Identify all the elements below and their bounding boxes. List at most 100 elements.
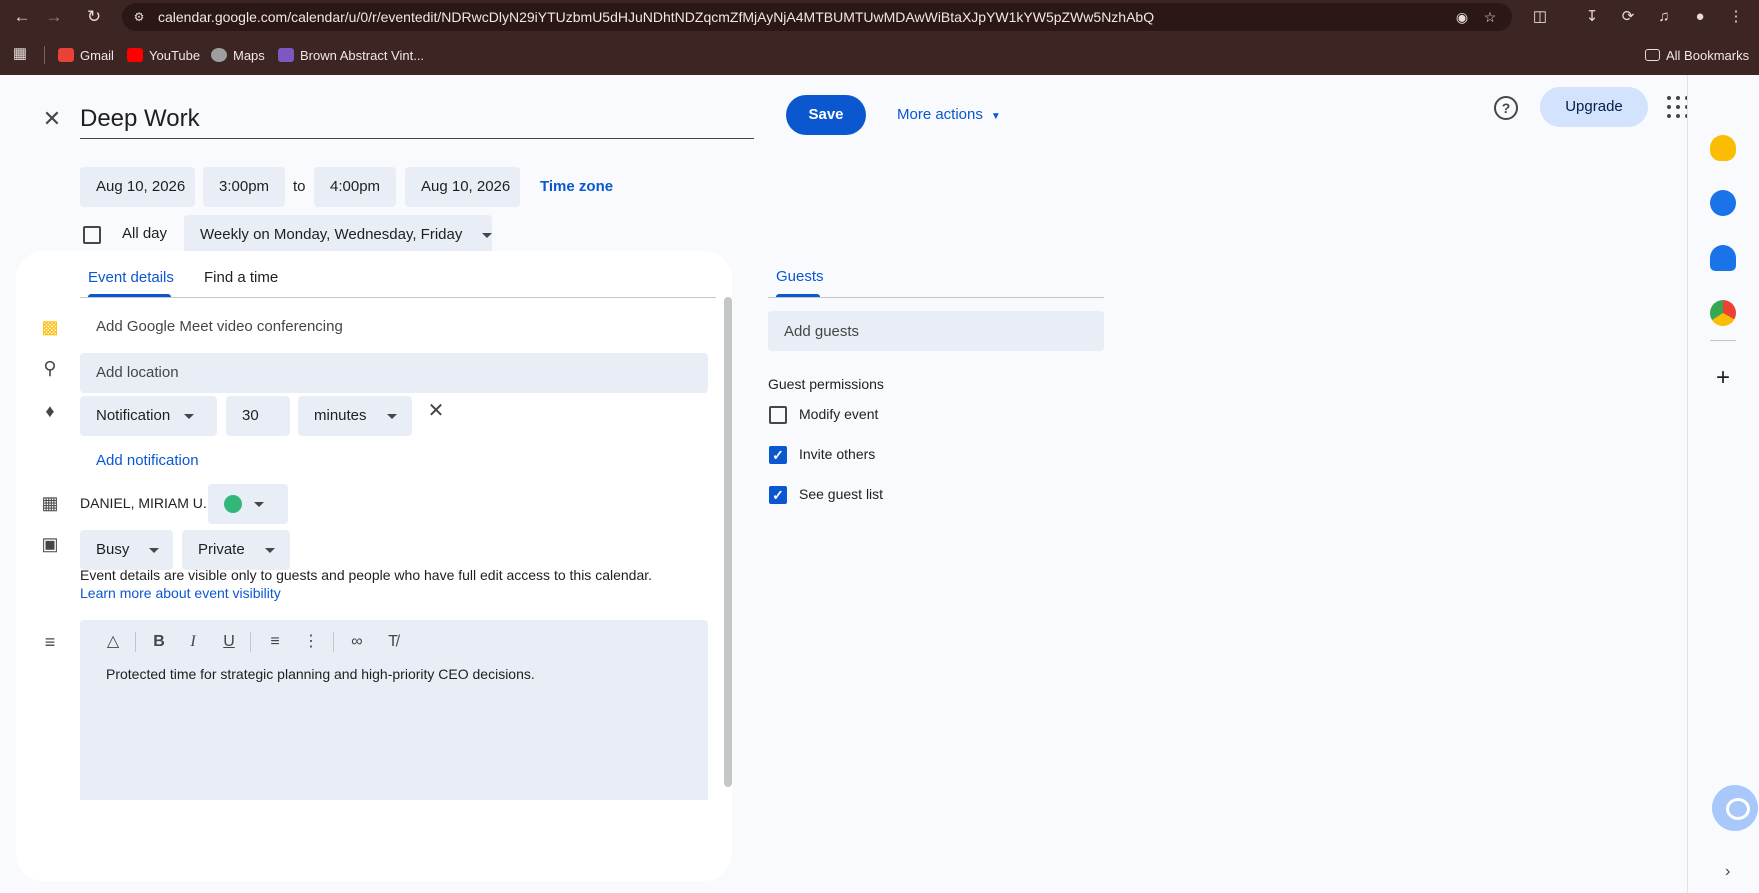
drive-icon[interactable]: △ [102,631,124,653]
caret-down-icon [482,232,493,238]
add-notification-button[interactable]: Add notification [96,452,199,469]
keep-icon[interactable] [1710,135,1736,161]
save-button[interactable]: Save [786,95,866,135]
bookmark-label: Gmail [80,47,114,63]
tab-guests[interactable]: Guests [776,268,824,285]
start-time-field[interactable]: 3:00pm [203,167,285,207]
invite-others-checkbox[interactable]: ✓ [769,446,787,464]
event-edit-page: ✕ Save More actions ▼ ? Upgrade Aug 10, 2… [0,75,1759,893]
url-text: calendar.google.com/calendar/u/0/r/event… [158,9,1155,25]
bell-icon: ♦ [45,401,55,421]
close-icon[interactable]: ✕ [40,107,64,131]
all-bookmarks-label: All Bookmarks [1666,47,1750,63]
toolbar-separator [333,632,334,652]
calendar-owner-name: DANIEL, MIRIAM U. [80,495,207,511]
notification-type-select[interactable]: Notification [80,396,217,436]
caret-down-icon: ▼ [990,111,1001,122]
calendar-icon: ▦ [41,493,59,513]
remove-notification-icon[interactable]: ✕ [424,399,448,423]
end-time-field[interactable]: 4:00pm [314,167,396,207]
add-addon-icon[interactable]: + [1710,365,1736,391]
learn-more-visibility-link[interactable]: Learn more about event visibility [80,585,281,601]
extensions-icon[interactable]: ◫ [1528,5,1552,29]
gmail-icon [58,48,74,62]
bookmark-separator [44,46,45,64]
color-dot [224,495,242,514]
contacts-icon[interactable] [1710,245,1736,271]
site-info-icon[interactable]: ⚙ [130,8,148,26]
guests-tab-divider [768,297,1104,298]
upgrade-button[interactable]: Upgrade [1540,87,1648,127]
side-panel-divider [1710,340,1736,341]
bookmark-label: Brown Abstract Vint... [300,47,425,63]
help-icon[interactable]: ? [1494,96,1518,120]
bookmark-youtube[interactable]: YouTube [127,45,200,65]
all-day-checkbox[interactable] [83,226,101,244]
caret-down-icon [184,413,195,419]
bookmark-maps[interactable]: Maps [211,45,265,65]
performance-icon[interactable]: ⟳ [1616,5,1640,29]
guest-permissions-title: Guest permissions [768,376,884,392]
menu-kebab-icon[interactable]: ⋮ [1724,5,1748,29]
details-scrollbar[interactable] [724,297,732,787]
bookmark-brown-abstract[interactable]: Brown Abstract Vint... [278,45,424,65]
start-date-field[interactable]: Aug 10, 2026 [80,167,195,207]
calendar-color-select[interactable] [208,484,288,524]
apps-grid-icon[interactable]: ▦ [8,42,32,66]
italic-icon[interactable]: I [182,631,204,653]
profile-icon[interactable]: ● [1688,5,1712,29]
side-panel: + [1687,75,1759,893]
all-day-label: All day [122,225,168,242]
event-title-input[interactable] [80,95,754,139]
add-meet-button[interactable]: Add Google Meet video conferencing [96,318,343,335]
visibility-select[interactable]: Private [182,530,290,570]
notification-amount-input[interactable]: 30 [226,396,290,436]
time-zone-link[interactable]: Time zone [540,178,613,195]
download-icon[interactable]: ↧ [1580,5,1604,29]
bookmark-label: Maps [233,47,265,63]
bookmark-gmail[interactable]: Gmail [58,45,114,65]
chevron-right-icon[interactable]: › [1725,863,1730,881]
briefcase-icon: ▣ [41,534,59,554]
underline-icon[interactable]: U [218,631,240,653]
forward-arrow-icon[interactable]: → [42,5,66,29]
recurrence-select[interactable]: Weekly on Monday, Wednesday, Friday [184,215,493,255]
media-icon[interactable]: ♫ [1652,5,1676,29]
bulleted-list-icon[interactable]: ⋮ [300,631,322,653]
bold-icon[interactable]: B [148,631,170,653]
lens-icon[interactable]: ◉ [1452,7,1472,27]
chat-bubble-icon [1726,798,1750,820]
numbered-list-icon[interactable]: ≡ [264,631,286,653]
invite-others-label: Invite others [799,446,876,462]
end-date-field[interactable]: Aug 10, 2026 [405,167,520,207]
tasks-icon[interactable] [1710,190,1736,216]
tab-find-a-time[interactable]: Find a time [204,268,278,288]
address-bar[interactable]: ⚙ calendar.google.com/calendar/u/0/r/eve… [122,3,1512,31]
description-editor[interactable]: △ B I U ≡ ⋮ ∞ T̸ Protected time for stra… [80,620,708,800]
reload-icon[interactable]: ↻ [82,5,106,29]
add-guests-input[interactable] [768,311,1104,351]
chat-support-button[interactable] [1712,785,1758,831]
recurrence-value: Weekly on Monday, Wednesday, Friday [200,226,463,243]
all-bookmarks[interactable]: All Bookmarks [1645,45,1749,65]
description-text: Protected time for strategic planning an… [106,666,535,682]
maps-icon[interactable] [1710,300,1736,326]
bookmark-star-icon[interactable]: ☆ [1480,7,1500,27]
bookmark-favicon-icon [278,48,294,62]
youtube-icon [127,48,143,62]
visibility-value: Private [198,541,245,558]
back-arrow-icon[interactable]: ← [10,5,34,29]
notification-type-value: Notification [96,407,171,424]
more-actions-button[interactable]: More actions ▼ [897,103,1001,127]
tab-event-details[interactable]: Event details [88,268,174,288]
clear-formatting-icon[interactable]: T̸ [382,631,404,653]
location-input[interactable]: Add location [80,353,708,393]
notification-unit-select[interactable]: minutes [298,396,412,436]
see-guest-list-checkbox[interactable]: ✓ [769,486,787,504]
availability-select[interactable]: Busy [80,530,173,570]
link-icon[interactable]: ∞ [346,631,368,653]
caret-down-icon [264,547,275,553]
description-icon: ≡ [44,632,56,652]
more-actions-label: More actions [897,106,983,123]
modify-event-checkbox[interactable] [769,406,787,424]
